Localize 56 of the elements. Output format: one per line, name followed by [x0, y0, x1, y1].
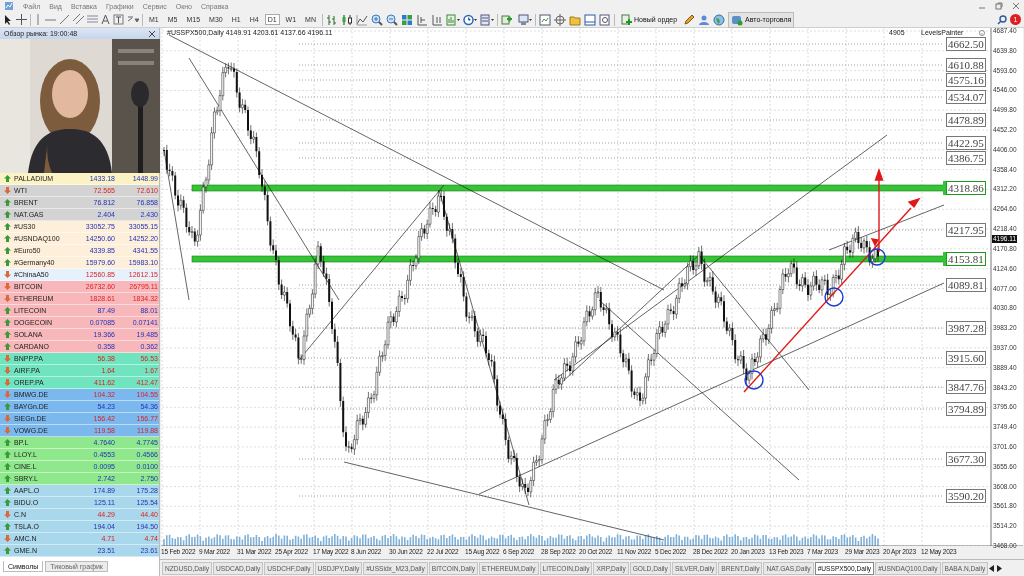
navigator-icon[interactable] — [553, 13, 566, 26]
market-watch-icon[interactable] — [538, 13, 551, 26]
channel-icon[interactable] — [73, 14, 84, 25]
level-label: 4217.95 — [946, 223, 986, 237]
shapes-icon[interactable] — [127, 14, 139, 25]
pencil-icon[interactable] — [683, 13, 696, 26]
level-label: 4318.86 — [946, 181, 986, 195]
circle-marker — [868, 248, 886, 266]
level-label: 4478.89 — [946, 113, 986, 127]
level-label: 3794.89 — [946, 402, 986, 416]
new-chart-icon[interactable] — [500, 13, 515, 26]
level-label: 3677.30 — [946, 452, 986, 466]
candlestick-icon[interactable] — [340, 13, 353, 26]
zoom-in-icon[interactable] — [370, 13, 383, 26]
crosshair-icon[interactable] — [16, 14, 27, 25]
app-icon — [4, 1, 14, 11]
scroll-right-icon[interactable] — [996, 564, 1003, 572]
level-label: 4422.95 — [946, 136, 986, 150]
level-label: 4534.07 — [946, 90, 986, 104]
chart-shift-icon[interactable] — [415, 13, 428, 26]
level-label: 3915.60 — [946, 351, 986, 365]
robot-icon — [731, 13, 744, 26]
close-icon[interactable] — [149, 30, 155, 37]
tester-icon[interactable] — [598, 13, 611, 26]
globe-icon[interactable] — [713, 13, 726, 26]
clock-icon[interactable] — [462, 13, 477, 26]
level-label: 4089.81 — [946, 278, 986, 292]
circle-marker — [744, 370, 764, 390]
terminal-icon[interactable] — [583, 13, 596, 26]
circle-marker — [824, 287, 844, 307]
folders-icon[interactable] — [568, 13, 581, 26]
level-label: 3590.20 — [946, 489, 986, 503]
cursor-icon[interactable] — [3, 13, 13, 26]
profiles-icon[interactable] — [517, 13, 532, 26]
templates-icon[interactable] — [479, 13, 494, 26]
level-label: 4610.88 — [946, 58, 986, 72]
zoom-out-icon[interactable] — [385, 13, 398, 26]
tile-windows-icon[interactable] — [400, 13, 413, 26]
level-label: 3987.28 — [946, 321, 986, 335]
trendline-icon[interactable] — [59, 14, 70, 25]
restore-icon[interactable] — [995, 2, 1003, 10]
line-chart-icon[interactable] — [355, 13, 368, 26]
indicators-icon[interactable] — [445, 13, 460, 26]
close-icon[interactable] — [1012, 2, 1020, 10]
level-label: 4662.50 — [946, 37, 986, 51]
level-label: 3847.76 — [946, 380, 986, 394]
document-plus-icon — [620, 13, 632, 26]
smiley-icon — [979, 30, 985, 36]
level-label: 4575.16 — [946, 73, 986, 87]
autoscroll-icon[interactable] — [430, 13, 443, 26]
level-label: 4153.81 — [946, 252, 986, 266]
label-icon[interactable] — [113, 14, 124, 25]
text-icon[interactable] — [101, 14, 110, 25]
level-label: 4386.75 — [946, 151, 986, 165]
people-icon[interactable] — [698, 13, 711, 26]
search-icon[interactable] — [997, 14, 1007, 25]
